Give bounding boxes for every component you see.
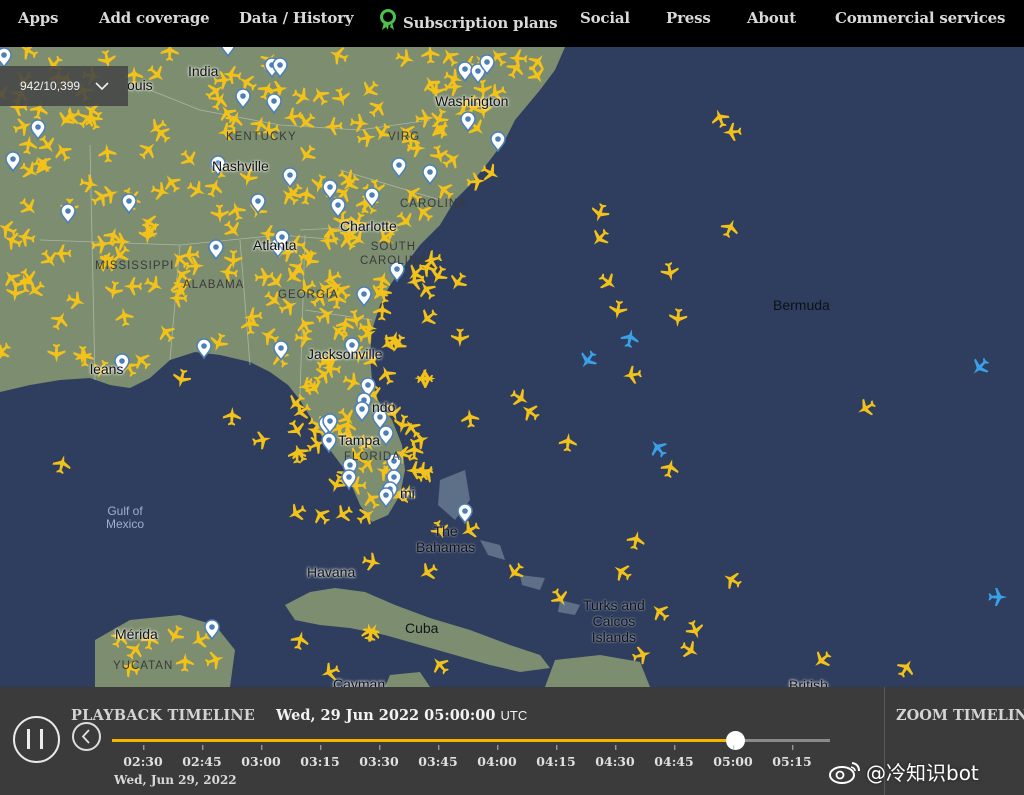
aircraft-counter-dropdown[interactable]: 942/10,399: [0, 66, 128, 106]
weibo-watermark: @冷知识bot: [828, 757, 979, 786]
pause-icon: [27, 729, 30, 749]
timeline-tick: 02:30: [123, 745, 163, 769]
nav-apps[interactable]: Apps: [18, 9, 58, 27]
nav-social[interactable]: Social: [580, 9, 630, 27]
nav-add-coverage[interactable]: Add coverage: [99, 9, 210, 27]
playback-datetime-value: Wed, 29 Jun 2022 05:00:00: [276, 707, 496, 724]
aircraft-count: 942/10,399: [20, 79, 81, 93]
playback-timezone: UTC: [500, 708, 528, 723]
timeline-tick: 04:30: [595, 745, 635, 769]
timeline-tick: 05:15: [772, 745, 812, 769]
pause-icon-bar: [40, 729, 43, 749]
timeline-tick: 04:15: [536, 745, 576, 769]
playback-title: PLAYBACK TIMELINE: [71, 707, 256, 724]
timeline-tick: 04:45: [654, 745, 694, 769]
nav-data-history[interactable]: Data / History: [239, 9, 354, 27]
nav-about[interactable]: About: [747, 9, 796, 27]
timeline-track[interactable]: [112, 731, 830, 750]
map-canvas[interactable]: [0, 47, 1024, 687]
ribbon-icon: [380, 9, 396, 30]
top-navigation: Apps Add coverage Data / History Subscri…: [0, 0, 1024, 47]
timeline-tick: 03:15: [300, 745, 340, 769]
zoom-timeline-title[interactable]: ZOOM TIMELINE: [896, 707, 1024, 724]
playback-date: Wed, Jun 29, 2022: [114, 773, 237, 787]
weibo-logo-icon: [829, 761, 860, 784]
chevron-left-icon: [81, 729, 90, 744]
nav-press[interactable]: Press: [666, 9, 711, 27]
nav-commercial-services[interactable]: Commercial services: [835, 9, 1005, 27]
nav-subscription-label: Subscription plans: [403, 14, 558, 32]
timeline-thumb[interactable]: [725, 731, 745, 750]
timeline-tick: 03:30: [359, 745, 399, 769]
timeline-tick: 02:45: [182, 745, 222, 769]
chevron-down-icon: [95, 82, 109, 91]
step-back-button[interactable]: [72, 722, 101, 751]
flight-map[interactable]: ouis India KENTUCKY VIRG Washington Nash…: [0, 47, 1024, 687]
timeline-progress: [112, 739, 735, 742]
timeline-tick: 03:45: [418, 745, 458, 769]
timeline-tick: 05:00: [713, 745, 753, 769]
playback-datetime: Wed, 29 Jun 2022 05:00:00 UTC: [276, 707, 527, 724]
watermark-text: @冷知识bot: [866, 761, 979, 785]
timeline-tick: 04:00: [477, 745, 517, 769]
timeline-tick: 03:00: [241, 745, 281, 769]
pause-button[interactable]: [13, 716, 60, 763]
nav-subscription-plans[interactable]: Subscription plans: [378, 9, 558, 32]
